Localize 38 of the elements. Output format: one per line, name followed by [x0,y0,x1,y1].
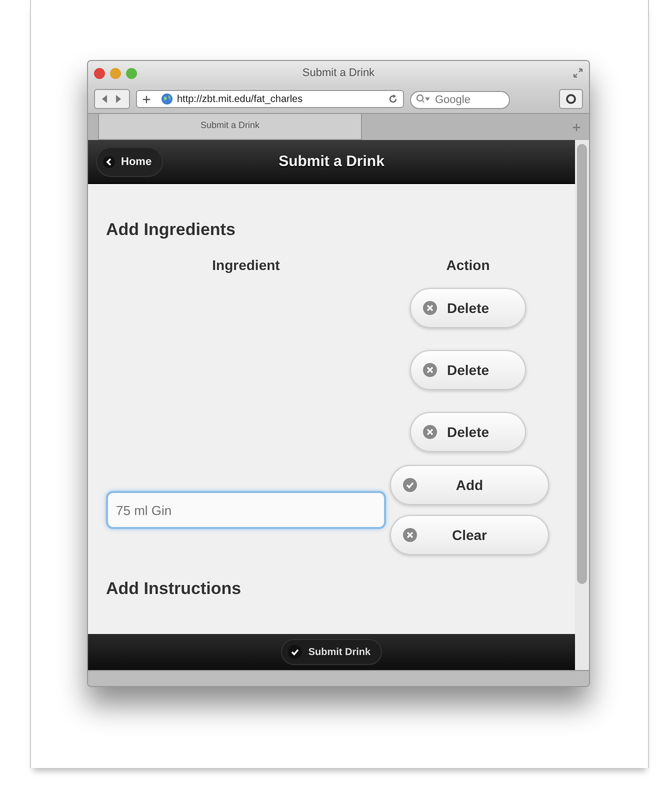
zoom-icon[interactable] [126,68,137,78]
minimize-icon[interactable] [110,68,121,78]
close-icon[interactable] [94,68,105,78]
column-header: Action [445,257,491,273]
section-heading: Add Instructions [106,579,242,599]
fullscreen-icon[interactable] [573,68,583,78]
close-icon [423,363,437,377]
close-icon [403,528,417,542]
delete-button[interactable]: Delete [410,288,526,328]
clear-button[interactable]: Clear [390,515,549,555]
new-tab-icon[interactable] [572,122,581,132]
ingredient-input[interactable]: 75 ml Gin [106,491,386,529]
circle-icon [566,94,576,104]
globe-icon [161,93,173,105]
close-icon [423,301,437,315]
url-text: http://zbt.mit.edu/fat_charles [177,94,304,104]
scrollbar-thumb[interactable] [577,144,587,584]
reader-button[interactable] [559,89,583,109]
page-title: Submit a Drink [278,153,384,170]
back-icon [103,156,115,168]
home-button[interactable]: Home [96,146,163,176]
check-icon [288,645,302,659]
search-icon [416,94,430,104]
section-heading: Add Ingredients [106,220,236,240]
back-forward-buttons[interactable] [94,89,130,109]
close-icon [423,425,437,439]
search-field[interactable]: Google [410,91,510,109]
reload-icon[interactable] [388,94,398,104]
delete-button[interactable]: Delete [410,350,526,390]
window-title: Submit a Drink [302,67,375,79]
browser-tab[interactable]: Submit a Drink [98,114,362,140]
check-icon [403,478,417,492]
add-button[interactable]: Add [390,465,549,505]
column-header: Ingredient [211,257,281,273]
address-field[interactable]: http://zbt.mit.edu/fat_charles [136,90,404,108]
submit-button[interactable]: Submit Drink [281,639,382,665]
add-icon[interactable] [142,94,151,104]
delete-button[interactable]: Delete [410,412,526,452]
